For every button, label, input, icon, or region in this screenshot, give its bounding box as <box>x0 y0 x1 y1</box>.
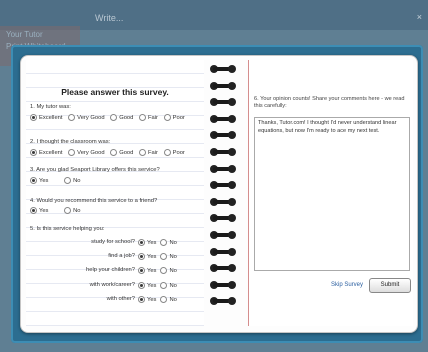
radio-button[interactable] <box>30 177 37 184</box>
question-label: 3. Are you glad Seaport Library offers t… <box>30 167 160 173</box>
sub-question-label: study for school? <box>91 239 135 245</box>
radio-option[interactable]: Yes <box>138 239 156 246</box>
sub-question-label: with work/career? <box>89 282 135 288</box>
sub-question-options: Yes No <box>138 282 181 291</box>
radio-option[interactable]: Yes <box>138 296 156 303</box>
radio-button[interactable] <box>30 114 37 121</box>
window-title: Write... <box>95 13 124 23</box>
radio-button[interactable] <box>110 114 118 121</box>
radio-option[interactable]: Good <box>110 114 133 121</box>
question-label: 4. Would you recommend this service to a… <box>30 198 158 204</box>
radio-button[interactable] <box>139 114 146 121</box>
radio-button[interactable] <box>64 177 72 184</box>
radio-option[interactable]: No <box>160 239 177 246</box>
radio-option[interactable]: Yes <box>30 207 48 214</box>
submit-button[interactable]: Submit <box>369 278 411 293</box>
radio-button[interactable] <box>68 149 76 156</box>
spiral-binding <box>208 60 238 310</box>
radio-button[interactable] <box>138 267 145 274</box>
spiral-ring <box>208 264 238 273</box>
question-4-options: Yes No <box>30 207 85 216</box>
sub-question-options: Yes No <box>138 267 181 276</box>
sub-question-options: Yes No <box>138 253 181 262</box>
radio-option[interactable]: Poor <box>163 149 185 156</box>
radio-button[interactable] <box>160 267 168 274</box>
side-item[interactable]: Your Tutor <box>6 30 43 39</box>
radio-option[interactable]: Yes <box>30 177 48 184</box>
comment-textarea[interactable]: Thanks, Tutor.com! I thought I'd never u… <box>254 117 410 271</box>
question-label: 1. My tutor was: <box>30 104 71 110</box>
spiral-ring <box>208 231 238 239</box>
radio-button[interactable] <box>138 253 145 260</box>
radio-button[interactable] <box>139 149 146 156</box>
radio-option[interactable]: Excellent <box>30 149 63 156</box>
radio-button[interactable] <box>163 149 171 156</box>
radio-button[interactable] <box>110 149 118 156</box>
radio-option[interactable]: Fair <box>139 149 158 156</box>
radio-option[interactable]: Poor <box>163 114 185 121</box>
radio-option[interactable]: Yes <box>138 253 156 260</box>
radio-option[interactable]: No <box>64 207 81 214</box>
question-2-options: Excellent Very Good Good Fair Poor <box>30 149 189 158</box>
spiral-ring <box>208 114 238 123</box>
sub-question-label: find a job? <box>108 253 135 259</box>
spiral-ring <box>208 197 238 206</box>
radio-option[interactable]: Very Good <box>68 114 105 121</box>
radio-button[interactable] <box>138 239 145 246</box>
radio-button[interactable] <box>160 296 168 303</box>
radio-option[interactable]: Good <box>110 149 133 156</box>
spiral-ring <box>208 148 238 156</box>
skip-survey-link[interactable]: Skip Survey <box>331 282 363 288</box>
spiral-ring <box>208 181 238 190</box>
sub-question-options: Yes No <box>138 239 181 248</box>
radio-option[interactable]: No <box>160 253 177 260</box>
spiral-ring <box>208 131 238 140</box>
radio-button[interactable] <box>138 282 145 289</box>
radio-button[interactable] <box>64 207 72 214</box>
sub-question-label: help your children? <box>86 267 135 273</box>
sub-question-options: Yes No <box>138 296 181 305</box>
radio-option[interactable]: No <box>160 282 177 289</box>
question-label: 2. I thought the classroom was: <box>30 139 111 145</box>
radio-option[interactable]: No <box>160 267 177 274</box>
radio-option[interactable]: Yes <box>138 267 156 274</box>
spiral-ring <box>208 81 238 90</box>
spiral-ring <box>208 65 238 73</box>
radio-option[interactable]: No <box>160 296 177 303</box>
radio-button[interactable] <box>30 149 37 156</box>
radio-button[interactable] <box>160 282 168 289</box>
survey-title: Please answer this survey. <box>61 87 169 97</box>
sub-question-label: with other? <box>106 296 135 302</box>
spiral-ring <box>208 98 238 107</box>
radio-button[interactable] <box>30 207 37 214</box>
radio-option[interactable]: Excellent <box>30 114 63 121</box>
spiral-ring <box>208 214 238 223</box>
spiral-ring <box>208 164 238 173</box>
spiral-ring <box>208 280 238 289</box>
question-label: 5. Is this service helping you: <box>30 226 105 232</box>
question-1-options: Excellent Very Good Good Fair Poor <box>30 114 189 123</box>
spiral-ring <box>208 247 238 256</box>
radio-button[interactable] <box>160 253 168 260</box>
radio-option[interactable]: Yes <box>138 282 156 289</box>
radio-option[interactable]: No <box>64 177 81 184</box>
radio-button[interactable] <box>163 114 171 121</box>
radio-button[interactable] <box>160 239 168 246</box>
comment-prompt: 6. Your opinion counts! Share your comme… <box>254 96 405 109</box>
radio-button[interactable] <box>68 114 76 121</box>
radio-option[interactable]: Very Good <box>68 149 105 156</box>
question-3-options: Yes No <box>30 177 85 186</box>
radio-option[interactable]: Fair <box>139 114 158 121</box>
radio-button[interactable] <box>138 296 145 303</box>
spiral-ring <box>208 297 238 306</box>
close-icon[interactable]: × <box>417 12 422 22</box>
